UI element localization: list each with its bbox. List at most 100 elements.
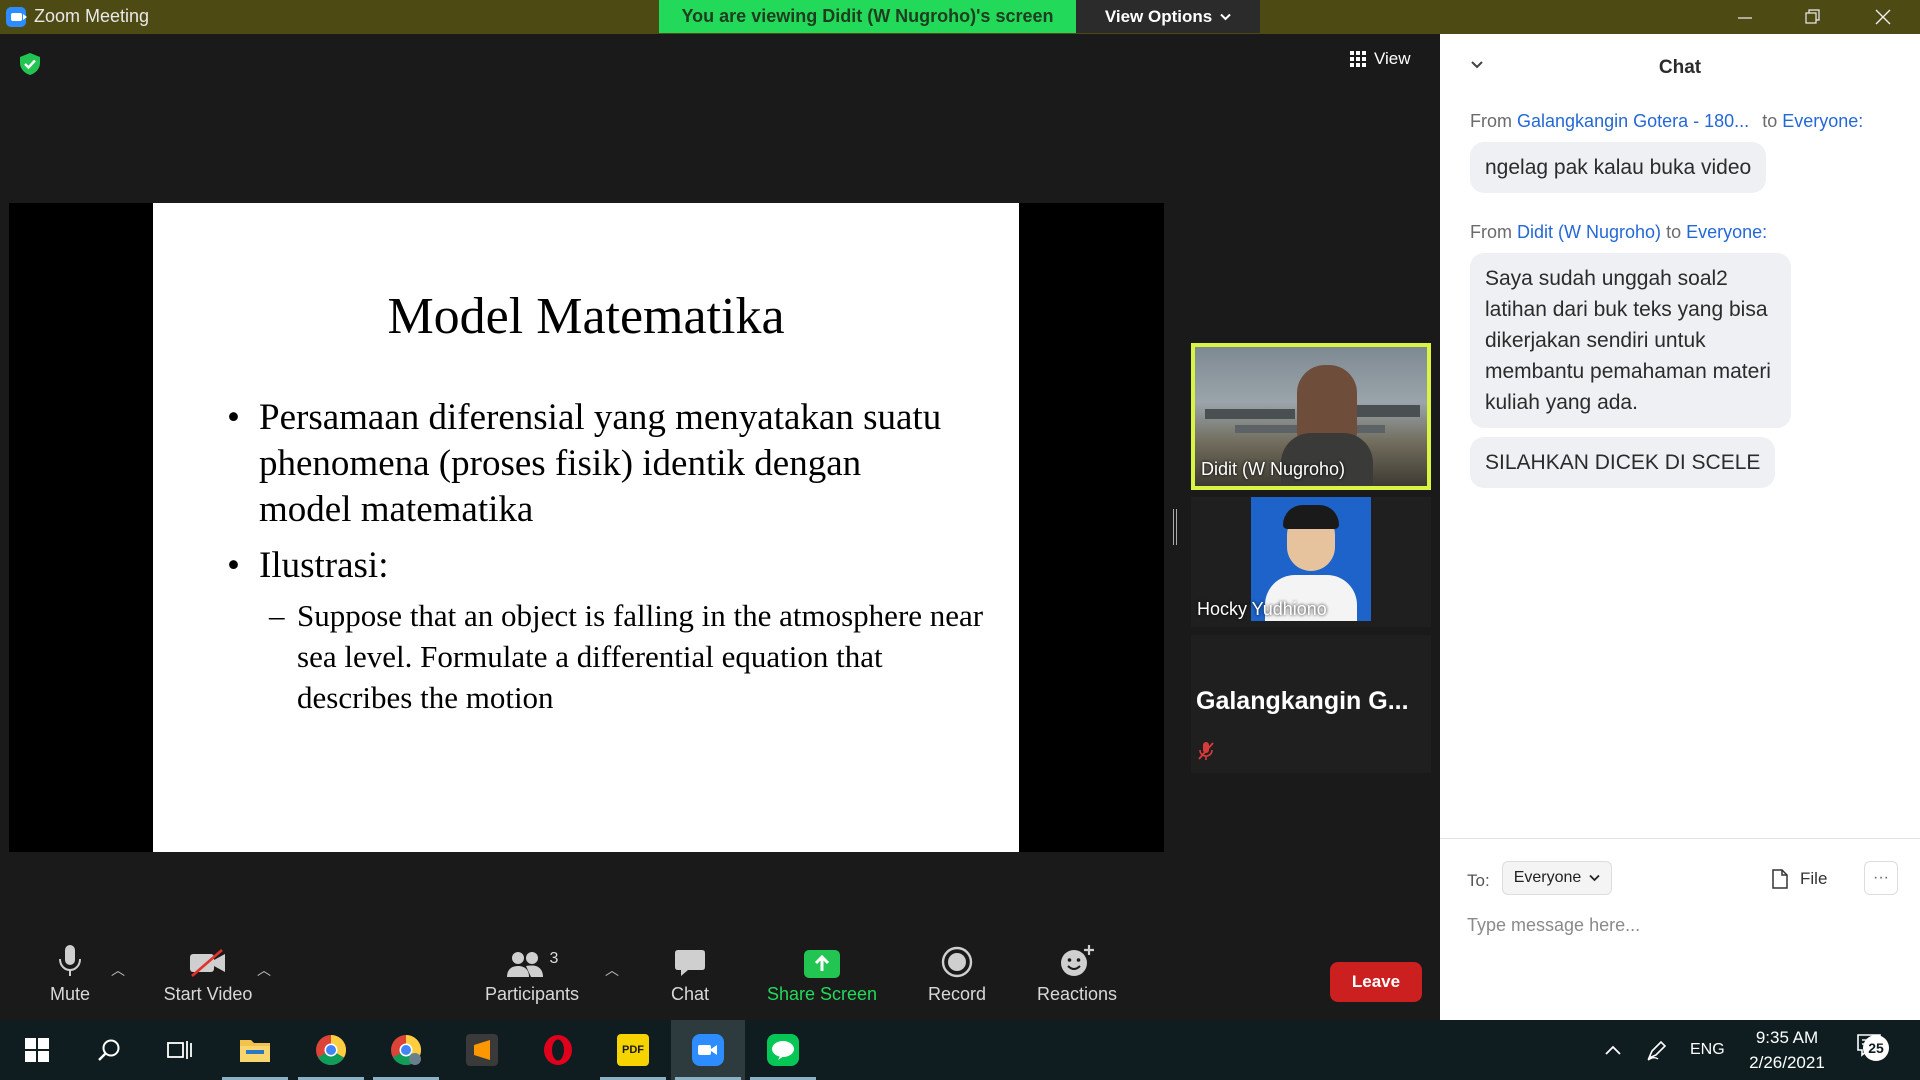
chevron-up-icon xyxy=(1605,1045,1621,1055)
chat-message-bubble: SILAHKAN DICEK DI SCELE xyxy=(1470,437,1776,488)
close-icon xyxy=(1875,9,1891,25)
message-sender[interactable]: Didit (W Nugroho) xyxy=(1517,222,1661,242)
share-screen-icon xyxy=(804,930,840,978)
shared-screen: Model Matematika • Persamaan diferensial… xyxy=(9,203,1164,852)
taskbar-app-pdf-reader[interactable]: PDF xyxy=(596,1020,670,1080)
grid-icon xyxy=(1350,51,1366,67)
view-options-label: View Options xyxy=(1104,6,1213,26)
participant-count: 3 xyxy=(549,950,559,967)
search-button[interactable] xyxy=(72,1020,146,1080)
restore-icon xyxy=(1805,9,1820,24)
close-button[interactable] xyxy=(1848,0,1918,34)
opera-icon xyxy=(544,1035,572,1065)
message-meta: From Galangkangin Gotera - 180... to Eve… xyxy=(1470,111,1863,132)
participant-name: Hocky Yudhiono xyxy=(1197,599,1327,619)
dash-glyph: – xyxy=(269,598,285,633)
clock-date: 2/26/2021 xyxy=(1749,1053,1825,1072)
slide-bullet-text: Ilustrasi: xyxy=(259,545,389,586)
minimize-icon xyxy=(1738,17,1752,19)
taskbar-app-zoom[interactable] xyxy=(671,1020,745,1080)
sublime-text-icon xyxy=(466,1034,498,1066)
zoom-logo-icon xyxy=(6,6,27,27)
meeting-stage: View Model Matematika • Persamaan difere… xyxy=(0,34,1440,1020)
participants-options-caret-icon[interactable]: ︿ xyxy=(605,960,619,980)
reactions-label: Reactions xyxy=(1036,984,1118,1004)
participant-name: Galangkangin G... xyxy=(1196,687,1409,715)
leave-meeting-button[interactable]: Leave xyxy=(1330,962,1422,1002)
taskbar-app-sublime-text[interactable] xyxy=(445,1020,519,1080)
show-hidden-icons-button[interactable] xyxy=(1604,1020,1622,1080)
message-input[interactable] xyxy=(1467,909,1887,941)
video-off-icon xyxy=(188,930,228,978)
audio-options-caret-icon[interactable]: ︿ xyxy=(111,960,125,980)
taskbar-app-line[interactable] xyxy=(746,1020,820,1080)
minimize-button[interactable] xyxy=(1710,0,1780,34)
view-layout-button[interactable]: View xyxy=(1350,49,1411,69)
title-bar: Zoom Meeting You are viewing Didit (W Nu… xyxy=(0,0,1920,34)
pen-workspace-button[interactable] xyxy=(1646,1020,1668,1080)
panel-resize-handle[interactable] xyxy=(1173,509,1177,545)
mute-label: Mute xyxy=(49,984,91,1004)
from-prefix: From xyxy=(1470,222,1512,242)
zoom-icon xyxy=(692,1034,724,1066)
view-options-button[interactable]: View Options xyxy=(1076,0,1260,33)
chrome-icon xyxy=(391,1035,422,1066)
video-options-caret-icon[interactable]: ︿ xyxy=(257,960,271,980)
file-icon xyxy=(1772,869,1788,889)
chevron-down-icon xyxy=(1220,13,1231,20)
participants-label: Participants xyxy=(484,984,580,1004)
slide-bullet: • Ilustrasi: xyxy=(227,543,388,589)
to-prefix: to xyxy=(1666,222,1682,242)
file-label: File xyxy=(1800,869,1828,888)
to-prefix: to xyxy=(1762,111,1778,131)
search-icon xyxy=(98,1039,120,1061)
participant-video-tile[interactable]: Didit (W Nugroho) xyxy=(1191,343,1431,490)
from-prefix: From xyxy=(1470,111,1512,131)
notification-count-badge: 25 xyxy=(1863,1035,1889,1061)
record-button[interactable]: Record xyxy=(887,930,1027,1020)
chat-label: Chat xyxy=(670,984,710,1004)
record-icon xyxy=(941,930,973,978)
restore-button[interactable] xyxy=(1778,0,1848,34)
notification-count: 25 xyxy=(1868,1040,1884,1056)
windows-logo-icon xyxy=(25,1038,49,1062)
participant-name: Didit (W Nugroho) xyxy=(1201,459,1346,479)
encryption-shield-icon[interactable] xyxy=(19,52,41,81)
start-video-label: Start Video xyxy=(163,984,253,1004)
share-screen-label: Share Screen xyxy=(766,984,878,1004)
message-recipient[interactable]: Everyone: xyxy=(1782,111,1863,131)
taskbar-app-chrome[interactable] xyxy=(294,1020,368,1080)
start-button[interactable] xyxy=(0,1020,74,1080)
microphone-icon xyxy=(58,930,82,978)
more-options-button[interactable]: ··· xyxy=(1864,861,1898,895)
reactions-button[interactable]: Reactions xyxy=(1007,930,1147,1020)
meeting-controls: Mute ︿ Start Video ︿ 3 Participants ︿ Ch… xyxy=(0,930,1440,1020)
chat-bubble-icon xyxy=(674,930,706,978)
message-sender[interactable]: Galangkangin Gotera - 180... xyxy=(1517,111,1749,131)
viewing-screen-banner: You are viewing Didit (W Nugroho)'s scre… xyxy=(659,0,1076,33)
taskbar-app-file-explorer[interactable] xyxy=(218,1020,292,1080)
muted-microphone-icon xyxy=(1198,742,1214,760)
pen-icon xyxy=(1647,1040,1667,1061)
folder-icon xyxy=(240,1040,270,1062)
bullet-glyph: • xyxy=(227,397,240,438)
participant-video-tile[interactable]: Hocky Yudhiono xyxy=(1191,497,1431,627)
participants-icon: 3 xyxy=(506,930,559,978)
participants-button[interactable]: 3 Participants xyxy=(462,930,602,1020)
add-reaction-icon xyxy=(1059,930,1095,978)
taskbar-app-opera[interactable] xyxy=(521,1020,595,1080)
slide-sub-bullet-text: Suppose that an object is falling in the… xyxy=(297,598,984,715)
pdf-icon: PDF xyxy=(617,1034,649,1066)
taskbar-app-chrome-profile[interactable] xyxy=(369,1020,443,1080)
chat-button[interactable]: Chat xyxy=(620,930,760,1020)
recipient-dropdown[interactable]: Everyone xyxy=(1502,861,1612,895)
message-recipient[interactable]: Everyone: xyxy=(1686,222,1767,242)
send-file-button[interactable]: File xyxy=(1772,869,1827,889)
share-screen-button[interactable]: Share Screen xyxy=(752,930,892,1020)
task-view-button[interactable] xyxy=(143,1020,217,1080)
clock[interactable]: 9:35 AM 2/26/2021 xyxy=(1727,1025,1847,1075)
input-language-indicator[interactable]: ENG xyxy=(1690,1020,1725,1080)
participant-video-tile[interactable]: Galangkangin G... xyxy=(1191,635,1431,773)
chat-panel: Chat From Galangkangin Gotera - 180... t… xyxy=(1440,34,1920,1020)
slide-title: Model Matematika xyxy=(387,288,785,345)
